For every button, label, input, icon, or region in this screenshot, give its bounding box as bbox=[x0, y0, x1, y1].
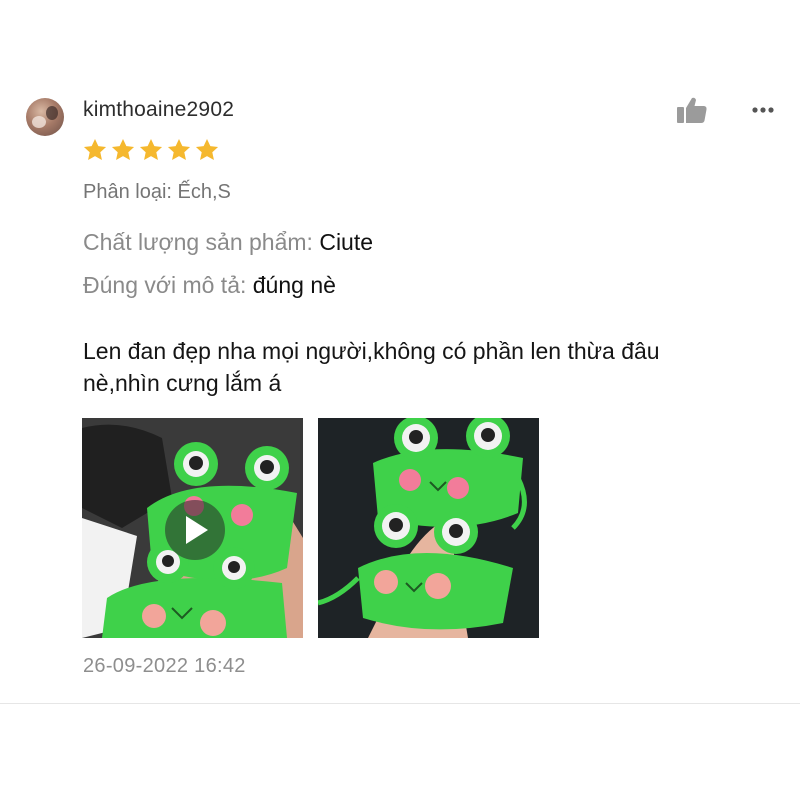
star-icon bbox=[83, 138, 107, 160]
thumbs-up-icon[interactable] bbox=[676, 96, 708, 124]
star-icon bbox=[195, 138, 219, 160]
star-icon bbox=[111, 138, 135, 160]
variation-label: Phân loại: Ếch,S bbox=[83, 181, 231, 203]
review-comment: Len đan đẹp nha mọi người,không có phần … bbox=[83, 335, 773, 399]
more-dots-icon[interactable] bbox=[746, 102, 780, 118]
comment-line: Len đan đẹp nha mọi người,không có phần … bbox=[83, 338, 660, 364]
star-rating bbox=[82, 137, 220, 163]
divider bbox=[0, 703, 800, 704]
description-match-value: đúng nè bbox=[252, 272, 336, 298]
star-icon bbox=[139, 138, 163, 160]
avatar[interactable] bbox=[26, 98, 64, 136]
description-match-label: Đúng với mô tả: bbox=[83, 272, 253, 298]
star-icon bbox=[167, 138, 191, 160]
quality-attribute: Chất lượng sản phẩm: Ciute bbox=[83, 229, 373, 256]
quality-label: Chất lượng sản phẩm: bbox=[83, 229, 320, 255]
quality-value: Ciute bbox=[319, 229, 374, 255]
play-button[interactable] bbox=[165, 500, 225, 560]
description-match-attribute: Đúng với mô tả: đúng nè bbox=[83, 272, 336, 299]
review-card: kimthoaine2902 Phân loại: Ếch,S Chất lượ… bbox=[0, 0, 800, 800]
play-icon bbox=[186, 516, 208, 544]
comment-line: nè,nhìn cưng lắm á bbox=[83, 370, 282, 396]
username[interactable]: kimthoaine2902 bbox=[83, 98, 234, 122]
frog-crochet-photo bbox=[318, 418, 539, 638]
review-timestamp: 26-09-2022 16:42 bbox=[83, 655, 246, 677]
review-photo-thumbnail[interactable] bbox=[318, 418, 539, 638]
